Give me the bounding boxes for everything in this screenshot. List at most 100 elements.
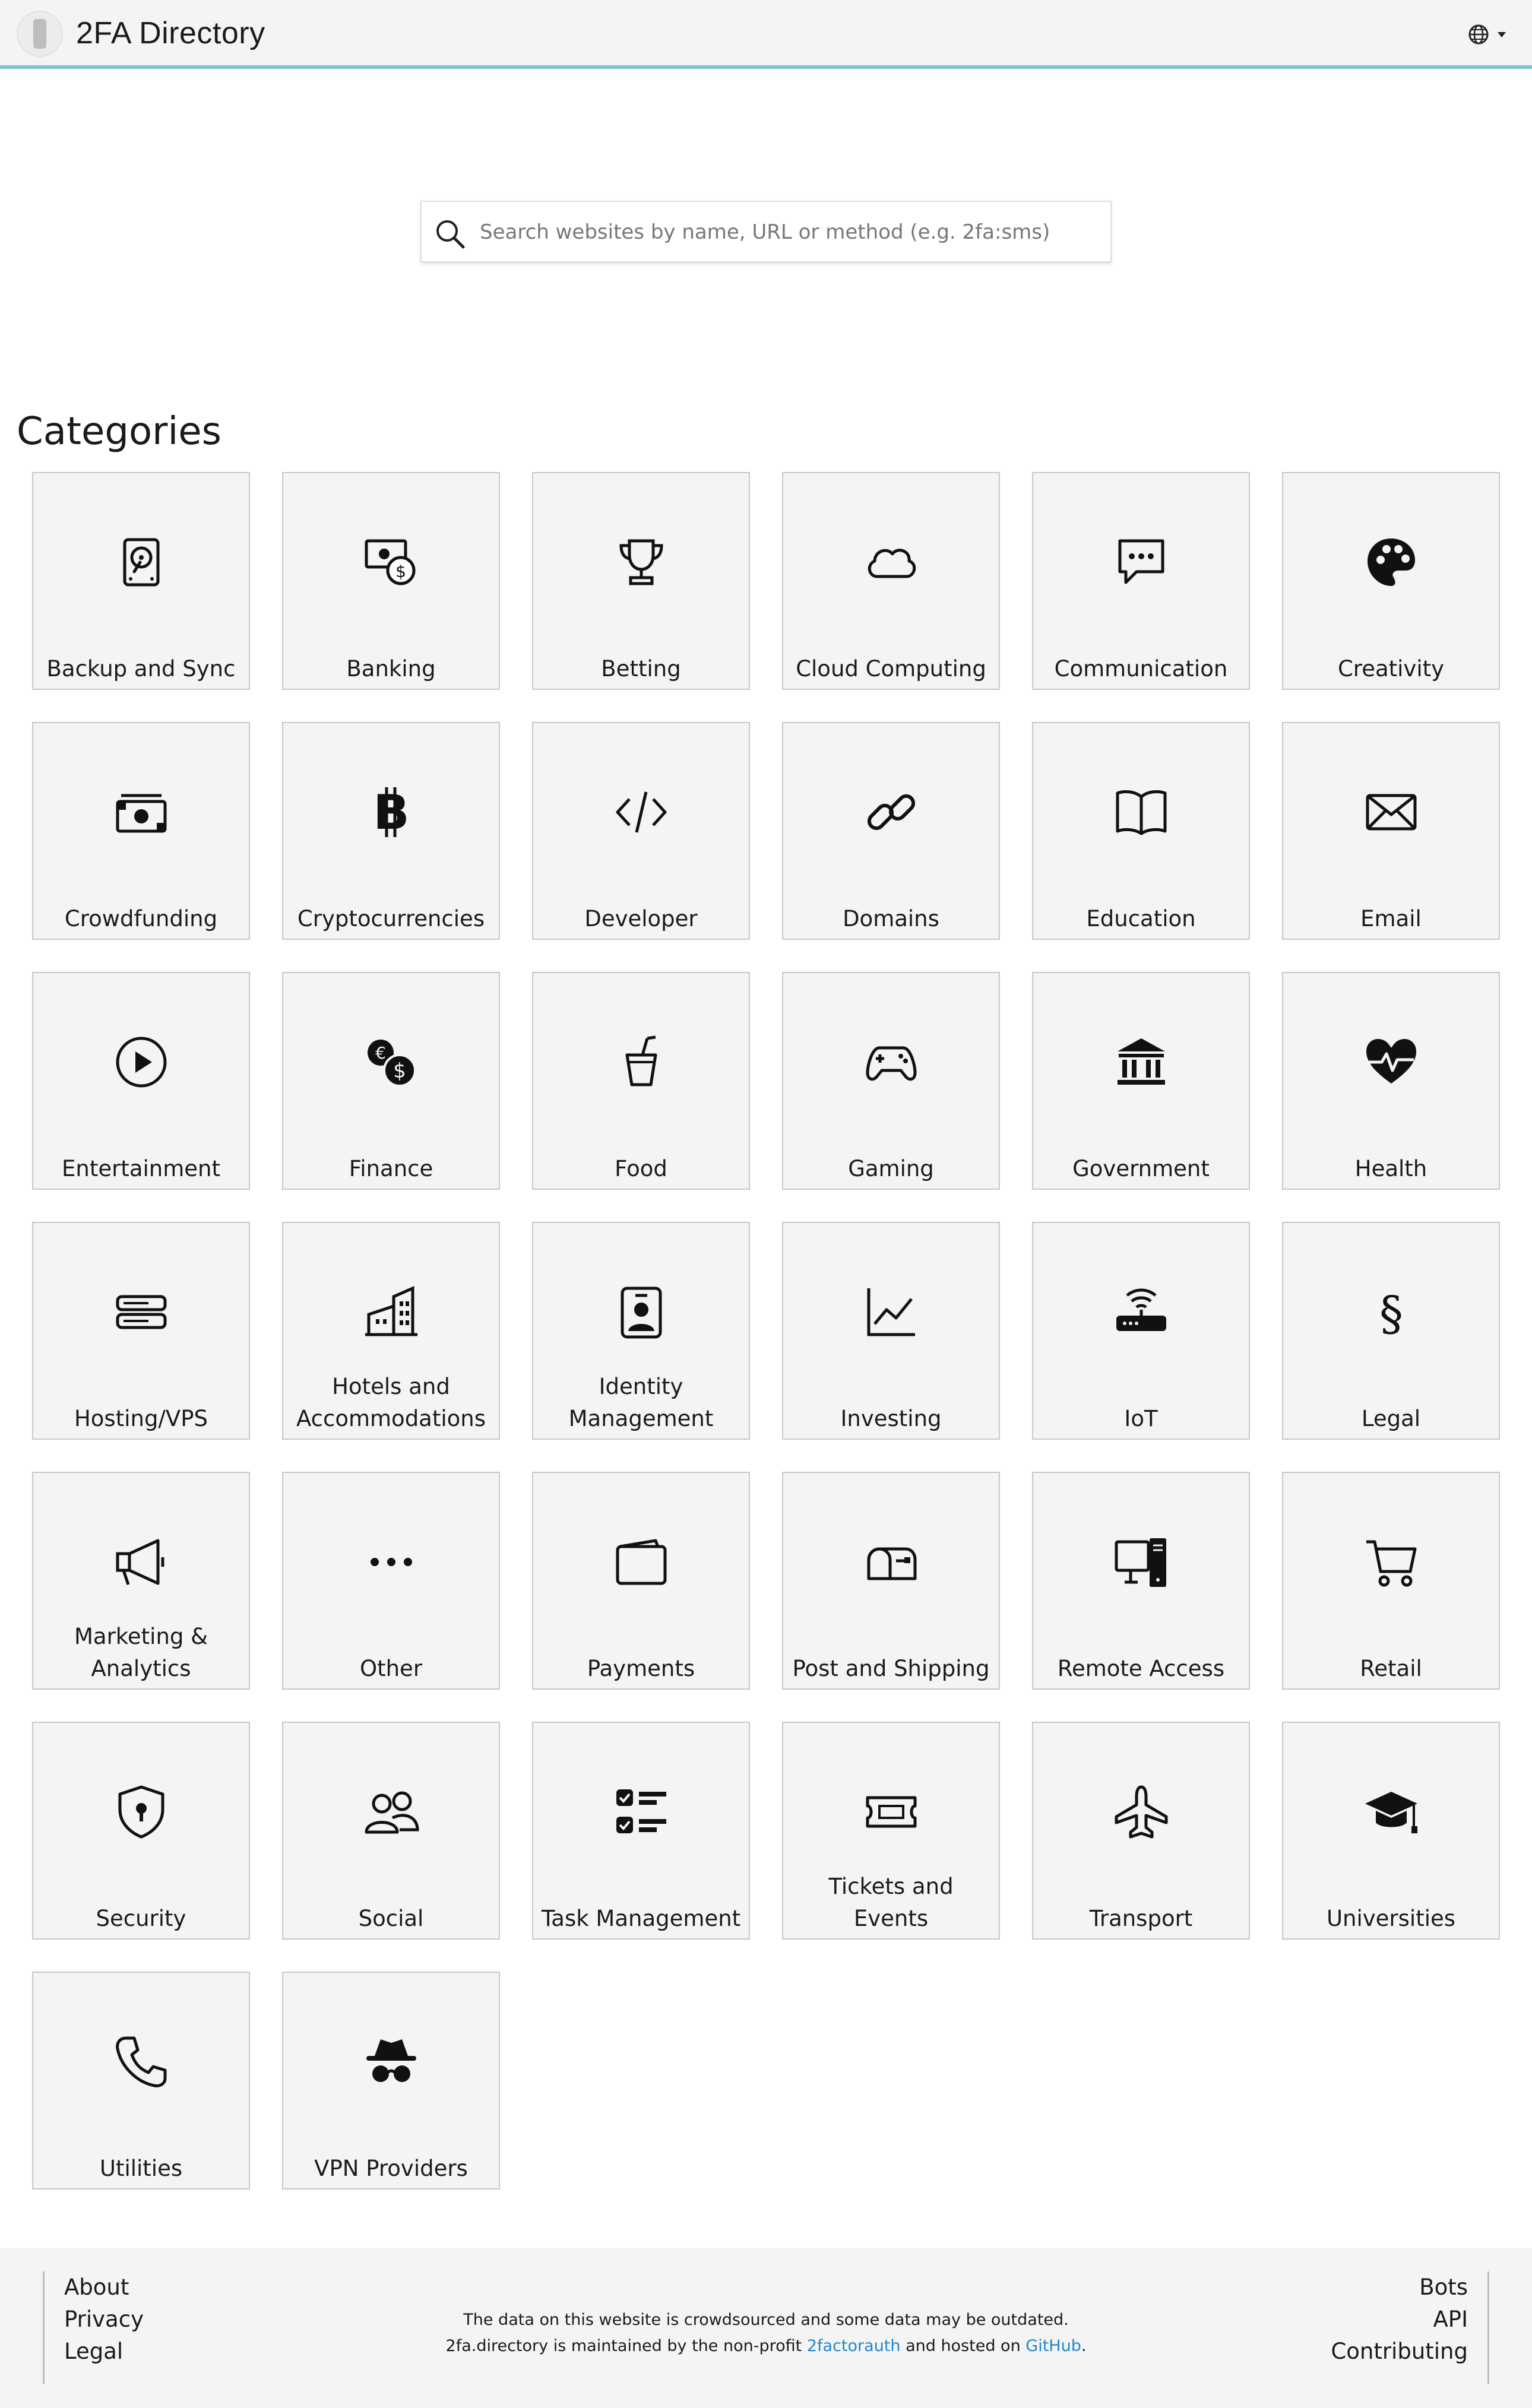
footer: About Privacy Legal The data on this web… — [0, 2248, 1532, 2408]
category-card-utilities[interactable]: Utilities — [32, 1972, 250, 2190]
category-label: Health — [1289, 1121, 1493, 1185]
category-label-text: Hosting/VPS — [74, 1406, 208, 1431]
category-card-email[interactable]: Email — [1282, 722, 1500, 940]
category-label-text: Gaming — [848, 1156, 934, 1181]
category-label-text: Transport — [1089, 1906, 1193, 1931]
category-card-vpn-providers[interactable]: VPN Providers — [282, 1972, 500, 2190]
category-card-tickets-and-events[interactable]: Tickets and Events — [782, 1722, 1000, 1940]
category-label: Education — [1039, 871, 1243, 935]
category-card-hotels-and-accommodations[interactable]: Hotels and Accommodations — [282, 1222, 500, 1440]
category-label-text: Education — [1086, 906, 1196, 931]
category-card-banking[interactable]: $ Banking — [282, 472, 500, 690]
router-icon — [1113, 1284, 1170, 1341]
svg-text:B: B — [373, 785, 409, 840]
category-card-gaming[interactable]: Gaming — [782, 972, 1000, 1190]
category-card-security[interactable]: Security — [32, 1722, 250, 1940]
category-label: Hosting/VPS — [39, 1371, 243, 1435]
category-label-text: Investing — [840, 1406, 942, 1431]
category-card-crowdfunding[interactable]: Crowdfunding — [32, 722, 250, 940]
buildings-icon — [363, 1284, 420, 1341]
category-card-identity-management[interactable]: Identity Management — [532, 1222, 750, 1440]
category-label-text: Domains — [843, 906, 939, 931]
category-label-text: Other — [359, 1656, 423, 1681]
play-circle-icon — [113, 1034, 170, 1091]
footer-link-bots[interactable]: Bots — [1331, 2271, 1468, 2304]
category-label-text: VPN Providers — [314, 2156, 468, 2181]
cloud-icon — [863, 534, 920, 591]
category-label: Transport — [1039, 1871, 1243, 1935]
category-card-hosting-vps[interactable]: Hosting/VPS — [32, 1222, 250, 1440]
mailbox-icon — [863, 1533, 920, 1590]
phone-key-icon — [33, 19, 46, 49]
category-label: Government — [1039, 1121, 1243, 1185]
category-card-domains[interactable]: Domains — [782, 722, 1000, 940]
book-icon — [1113, 784, 1170, 841]
category-card-cryptocurrencies[interactable]: B Cryptocurrencies — [282, 722, 500, 940]
category-label-text: Betting — [601, 656, 681, 682]
category-card-backup-and-sync[interactable]: Backup and Sync — [32, 472, 250, 690]
category-card-remote-access[interactable]: Remote Access — [1032, 1472, 1250, 1690]
category-card-iot[interactable]: IoT — [1032, 1222, 1250, 1440]
megaphone-icon — [113, 1533, 170, 1590]
site-logo[interactable] — [17, 11, 63, 57]
category-card-social[interactable]: Social — [282, 1722, 500, 1940]
category-label: Investing — [789, 1371, 993, 1435]
category-card-developer[interactable]: Developer — [532, 722, 750, 940]
category-card-betting[interactable]: Betting — [532, 472, 750, 690]
category-card-health[interactable]: Health — [1282, 972, 1500, 1190]
category-label: Crowdfunding — [39, 871, 243, 935]
category-card-cloud-computing[interactable]: Cloud Computing — [782, 472, 1000, 690]
category-card-finance[interactable]: € $ Finance — [282, 972, 500, 1190]
category-label-text: Tickets and Events — [828, 1874, 954, 1931]
cart-icon — [1363, 1533, 1420, 1590]
currency-exchange-icon: € $ — [363, 1034, 420, 1091]
category-label: IoT — [1039, 1371, 1243, 1435]
footer-link-about[interactable]: About — [64, 2271, 144, 2304]
category-label: Post and Shipping — [789, 1621, 993, 1685]
category-label: Email — [1289, 871, 1493, 935]
category-label: Task Management — [539, 1871, 743, 1935]
category-card-marketing-analytics[interactable]: Marketing & Analytics — [32, 1472, 250, 1690]
pc-display-icon — [1113, 1533, 1170, 1590]
site-title[interactable]: 2FA Directory — [76, 15, 265, 51]
category-card-government[interactable]: Government — [1032, 972, 1250, 1190]
category-card-education[interactable]: Education — [1032, 722, 1250, 940]
category-card-universities[interactable]: Universities — [1282, 1722, 1500, 1940]
category-label: Betting — [539, 621, 743, 685]
category-label: Payments — [539, 1621, 743, 1685]
incognito-icon — [363, 2033, 420, 2090]
language-selector[interactable] — [1467, 21, 1514, 47]
category-label: Utilities — [39, 2121, 243, 2185]
cup-straw-icon — [613, 1034, 670, 1091]
category-label-text: Legal — [1361, 1406, 1421, 1431]
category-card-food[interactable]: Food — [532, 972, 750, 1190]
category-card-creativity[interactable]: Creativity — [1282, 472, 1500, 690]
footer-link-api[interactable]: API — [1331, 2304, 1468, 2336]
category-label: Food — [539, 1121, 743, 1185]
category-card-communication[interactable]: Communication — [1032, 472, 1250, 690]
airplane-icon — [1113, 1783, 1170, 1840]
github-link[interactable]: GitHub — [1025, 2337, 1081, 2355]
search-input[interactable] — [479, 202, 1099, 262]
footer-link-contributing[interactable]: Contributing — [1331, 2336, 1468, 2368]
category-card-transport[interactable]: Transport — [1032, 1722, 1250, 1940]
category-card-other[interactable]: Other — [282, 1472, 500, 1690]
category-label: Identity Management — [539, 1371, 743, 1435]
category-card-post-and-shipping[interactable]: Post and Shipping — [782, 1472, 1000, 1690]
category-card-payments[interactable]: Payments — [532, 1472, 750, 1690]
category-card-task-management[interactable]: Task Management — [532, 1722, 750, 1940]
category-label-text: Health — [1354, 1156, 1427, 1181]
category-card-retail[interactable]: Retail — [1282, 1472, 1500, 1690]
category-label: Security — [39, 1871, 243, 1935]
category-card-entertainment[interactable]: Entertainment — [32, 972, 250, 1190]
category-label-text: Marketing & Analytics — [74, 1624, 208, 1681]
globe-icon — [1468, 24, 1506, 45]
trophy-icon — [613, 534, 670, 591]
org-link[interactable]: 2factorauth — [807, 2337, 901, 2355]
bitcoin-icon: B — [363, 784, 420, 841]
svg-text:$: $ — [395, 562, 406, 581]
search-box[interactable] — [420, 201, 1112, 262]
category-card-investing[interactable]: Investing — [782, 1222, 1000, 1440]
ticket-icon — [863, 1783, 920, 1840]
category-card-legal[interactable]: § Legal — [1282, 1222, 1500, 1440]
